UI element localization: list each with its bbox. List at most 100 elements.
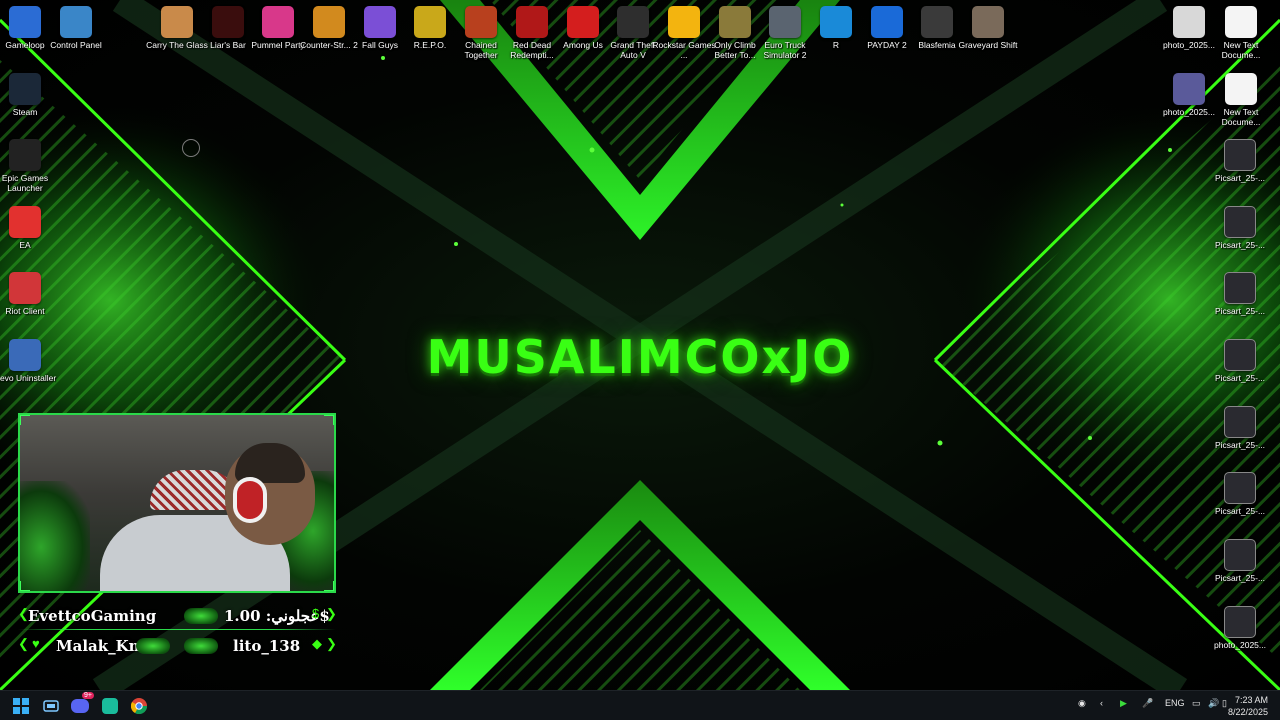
- task-view-icon: [43, 700, 59, 712]
- webcam-overlay: [18, 413, 336, 593]
- picsart-image-icon: [1224, 472, 1256, 504]
- desktop-icon-label: Picsart_25-...: [1214, 240, 1266, 250]
- riot-client-icon: [9, 272, 41, 304]
- graveyard-shift-icon: [972, 6, 1004, 38]
- desktop-icon[interactable]: Riot Client: [0, 272, 57, 316]
- desktop-icon-label: photo_2025...: [1214, 640, 1266, 650]
- payday-2-icon: [871, 6, 903, 38]
- desktop-icon[interactable]: Control Panel: [44, 6, 108, 50]
- picsart-image-icon: [1224, 539, 1256, 571]
- desktop-icon-label: Steam: [12, 107, 38, 117]
- clock-time: 7:23 AM: [1234, 695, 1268, 705]
- row-divider: [18, 629, 336, 630]
- desktop-icon-label: Graveyard Shift: [958, 40, 1018, 50]
- notification-badge: 9+: [82, 692, 94, 699]
- green-gem-icon: [184, 638, 218, 654]
- desktop-icon[interactable]: New Text Docume...: [1209, 6, 1273, 60]
- discord-icon: [71, 699, 89, 713]
- frame-corner-bottom-left: [20, 581, 30, 591]
- desktop-icon-label: Picsart_25-...: [1214, 440, 1266, 450]
- carry-the-glass-icon: [161, 6, 193, 38]
- desktop-icon[interactable]: New Text Docume...: [1209, 73, 1273, 127]
- clock[interactable]: 7:23 AM 8/22/2025: [1228, 694, 1268, 718]
- start-button[interactable]: [9, 694, 33, 718]
- desktop-icon[interactable]: Picsart_25-...: [1208, 139, 1272, 183]
- desktop-icon[interactable]: Picsart_25-...: [1208, 206, 1272, 250]
- play-icon[interactable]: ▶: [1120, 698, 1127, 709]
- red-dead-redemption-icon: [516, 6, 548, 38]
- desktop-icon[interactable]: photo_2025...: [1208, 606, 1272, 650]
- app-icon: [102, 698, 118, 714]
- desktop-icon-label: New Text Docume...: [1221, 107, 1261, 127]
- desktop-icon[interactable]: Steam: [0, 73, 57, 117]
- desktop-icon-label: Epic Games Launcher: [1, 173, 49, 193]
- euro-truck-simulator-icon: [769, 6, 801, 38]
- among-us-icon: [567, 6, 599, 38]
- wallpaper-title: MUSALIMCOxJO: [426, 330, 854, 384]
- ea-icon: [9, 206, 41, 238]
- picsart-image-icon: [1224, 406, 1256, 438]
- repo-icon: [414, 6, 446, 38]
- picsart-image-icon: [1224, 139, 1256, 171]
- desktop-icon-label: Picsart_25-...: [1214, 173, 1266, 183]
- blasfemia-icon: [921, 6, 953, 38]
- donation-panel: EvettcoGaming عجلوني: 1.00$ $ ❯ ❮ ♥ Mala…: [18, 598, 337, 658]
- desktop-icon[interactable]: Picsart_25-...: [1208, 406, 1272, 450]
- language-indicator[interactable]: ENG: [1165, 698, 1185, 708]
- donation-message: lito_138: [233, 637, 301, 655]
- desktop-icon[interactable]: Graveyard Shift: [956, 6, 1020, 50]
- desktop-icon-label: EA: [19, 240, 31, 250]
- network-icon[interactable]: ▭: [1192, 698, 1201, 709]
- diamond-icon: ◆: [312, 636, 322, 651]
- donation-row: EvettcoGaming عجلوني: 1.00$ $ ❯ ❮: [18, 602, 337, 630]
- picsart-image-icon: [1224, 206, 1256, 238]
- frame-corner-bottom-right: [324, 581, 334, 591]
- desktop-icon[interactable]: Picsart_25-...: [1208, 339, 1272, 383]
- microphone-icon[interactable]: 🎤: [1142, 698, 1153, 709]
- task-view-button[interactable]: [39, 694, 63, 718]
- photo-icon: [1173, 73, 1205, 105]
- frame-corner-top-right: [324, 415, 334, 425]
- chevron-right-icon: ❯: [326, 636, 337, 651]
- fall-guys-icon: [364, 6, 396, 38]
- desktop-icon-label: Riot Client: [5, 306, 45, 316]
- headset-icon: [233, 477, 267, 523]
- taskbar-app[interactable]: [98, 694, 122, 718]
- chevron-up-icon[interactable]: ‹: [1100, 698, 1103, 708]
- rockstar-games-icon: [668, 6, 700, 38]
- desktop-icon[interactable]: Picsart_25-...: [1208, 272, 1272, 316]
- desktop-icon-label: Picsart_25-...: [1214, 373, 1266, 383]
- desktop-icon[interactable]: EA: [0, 206, 57, 250]
- desktop-icon[interactable]: Epic Games Launcher: [0, 139, 57, 193]
- clock-date: 8/22/2025: [1227, 707, 1268, 717]
- gameloop-icon: [9, 6, 41, 38]
- chevron-left-icon: ❮: [18, 606, 29, 621]
- battery-icon[interactable]: ▯: [1222, 698, 1227, 709]
- volume-icon[interactable]: 🔊: [1208, 698, 1219, 709]
- taskbar-discord[interactable]: 9+: [68, 692, 94, 718]
- revo-uninstaller-icon: [9, 339, 41, 371]
- desktop-icon-label: Picsart_25-...: [1214, 573, 1266, 583]
- desktop-icon-label: Picsart_25-...: [1214, 506, 1266, 516]
- desktop-icon[interactable]: Picsart_25-...: [1208, 539, 1272, 583]
- counter-strike-2-icon: [313, 6, 345, 38]
- desktop-icon[interactable]: Picsart_25-...: [1208, 472, 1272, 516]
- discord-tray-icon[interactable]: ◉: [1078, 698, 1086, 709]
- taskbar-chrome[interactable]: [127, 694, 151, 718]
- gta-v-icon: [617, 6, 649, 38]
- taskbar: 9+ ◉ ‹ ▶ 🎤 ENG ▭ 🔊 ▯ 7:23 AM 8/22/2025: [0, 690, 1280, 720]
- text-document-icon: [1225, 6, 1257, 38]
- donor-name: EvettcoGaming: [28, 607, 157, 625]
- desktop-icon[interactable]: Revo Uninstaller: [0, 339, 57, 383]
- webcam-glow-left: [20, 481, 90, 591]
- desktop-icon-label: Revo Uninstaller: [0, 373, 57, 383]
- photo-icon: [1173, 6, 1205, 38]
- liars-bar-icon: [212, 6, 244, 38]
- chained-together-icon: [465, 6, 497, 38]
- chrome-icon: [131, 698, 147, 714]
- chevron-right-icon: ❯: [326, 606, 337, 621]
- photo-icon: [1224, 606, 1256, 638]
- heart-icon: ♥: [32, 636, 40, 651]
- desktop-icon-label: New Text Docume...: [1221, 40, 1261, 60]
- desktop-icon-label: Picsart_25-...: [1214, 306, 1266, 316]
